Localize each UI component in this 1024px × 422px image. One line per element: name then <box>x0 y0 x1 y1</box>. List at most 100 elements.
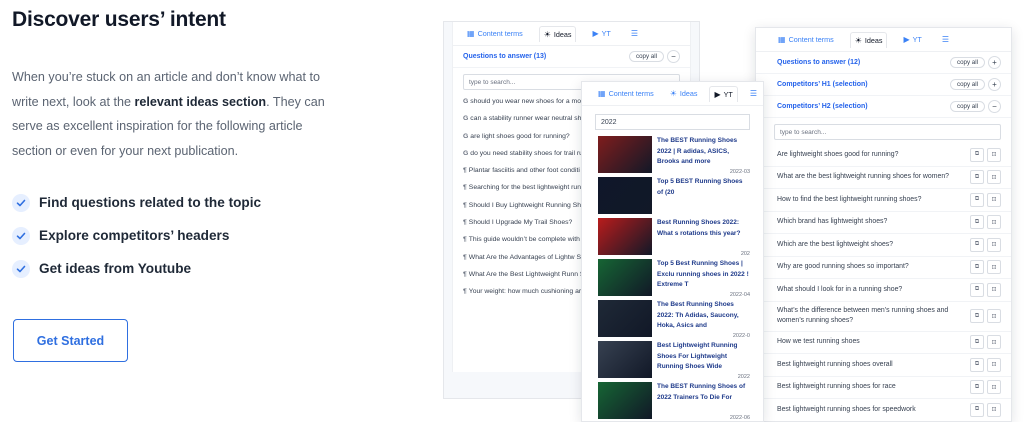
list-item[interactable]: Which are the best lightweight shoes? ⧉ ⊡ <box>756 234 1011 257</box>
video-title[interactable]: Top 5 BEST Running Shoes of (20 <box>657 177 750 198</box>
tab-yt[interactable]: ▶ YT <box>899 32 925 47</box>
sliders-icon: ☰ <box>941 35 949 44</box>
search-input[interactable]: type to search... <box>774 124 1001 140</box>
insert-icon[interactable]: ⊡ <box>987 357 1001 372</box>
hero-desc-bold: relevant ideas section <box>134 94 267 109</box>
video-thumbnail[interactable] <box>598 300 652 337</box>
video-item[interactable]: Best Lightweight Running Shoes For Light… <box>598 341 750 382</box>
video-item[interactable]: Top 5 BEST Running Shoes of (20 <box>598 177 750 218</box>
list-item[interactable]: Best lightweight running shoes overall ⧉ ⊡ <box>756 354 1011 377</box>
copy-icon[interactable]: ⧉ <box>970 260 984 275</box>
video-thumbnail[interactable] <box>598 341 652 378</box>
list-item[interactable]: How to find the best lightweight running… <box>756 189 1011 212</box>
insert-icon[interactable]: ⊡ <box>987 402 1001 417</box>
copy-icon[interactable]: ⧉ <box>970 309 984 323</box>
collapse-icon[interactable]: − <box>667 50 680 63</box>
copy-all-button[interactable]: copy all <box>950 79 985 90</box>
video-title[interactable]: The Best Running Shoes 2022: Th Adidas, … <box>657 300 750 332</box>
tab-ideas[interactable]: ☀ Ideas <box>538 25 577 42</box>
list-item[interactable]: Are lightweight shoes good for running? ⧉… <box>756 144 1011 167</box>
item-text: do you need stability shoes for trail ru <box>470 149 583 157</box>
copy-icon[interactable]: ⧉ <box>970 402 984 417</box>
list-item[interactable]: What’s the difference between men’s runn… <box>756 302 1011 332</box>
list-item[interactable]: What are the best lightweight running sh… <box>756 167 1011 189</box>
list-item[interactable]: Best lightweight running shoes for race ⧉… <box>756 377 1011 399</box>
insert-icon[interactable]: ⊡ <box>987 237 1001 252</box>
panel-tabs: ▦ Content terms ☀ Ideas ▶ YT ☰ <box>453 22 690 46</box>
tab-content-terms[interactable]: ▦ Content terms <box>463 26 527 41</box>
video-item[interactable]: The BEST Running Shoes of 2022 Trainers … <box>598 382 750 421</box>
video-date: 2022-0 <box>732 333 750 339</box>
insert-icon[interactable]: ⊡ <box>987 380 1001 395</box>
insert-icon[interactable]: ⊡ <box>987 192 1001 207</box>
copy-icon[interactable]: ⧉ <box>970 215 984 230</box>
video-thumbnail[interactable] <box>598 136 652 173</box>
insert-icon[interactable]: ⊡ <box>987 335 1001 350</box>
expand-icon[interactable]: + <box>988 56 1001 69</box>
collapse-icon[interactable]: − <box>988 100 1001 113</box>
copy-all-button[interactable]: copy all <box>950 57 985 68</box>
youtube-search-input[interactable]: 2022 <box>595 114 750 130</box>
insert-icon[interactable]: ⊡ <box>987 260 1001 275</box>
list-item[interactable]: Best lightweight running shoes for speed… <box>756 399 1011 421</box>
copy-icon[interactable]: ⧉ <box>970 192 984 207</box>
insert-icon[interactable]: ⊡ <box>987 282 1001 297</box>
video-thumbnail[interactable] <box>598 177 652 214</box>
tab-settings[interactable]: ☰ <box>627 26 642 41</box>
lightbulb-icon: ☀ <box>543 29 551 39</box>
tab-ideas[interactable]: ☀ Ideas <box>666 86 702 101</box>
tab-yt[interactable]: ▶ YT <box>709 85 738 102</box>
list-item[interactable]: Which brand has lightweight shoes? ⧉ ⊡ <box>756 212 1011 234</box>
copy-icon[interactable]: ⧉ <box>970 170 984 185</box>
video-title[interactable]: Best Lightweight Running Shoes For Light… <box>657 341 750 373</box>
video-item[interactable]: The Best Running Shoes 2022: Th Adidas, … <box>598 300 750 341</box>
list-item[interactable]: How we test running shoes ⧉ ⊡ <box>756 332 1011 354</box>
tab-content-terms[interactable]: ▦ Content terms <box>594 86 658 101</box>
questions-section-header[interactable]: Questions to answer (13) copy all − <box>453 46 690 68</box>
copy-icon[interactable]: ⧉ <box>970 335 984 350</box>
video-title[interactable]: The BEST Running Shoes 2022 | R adidas, … <box>657 136 750 168</box>
tab-label: Ideas <box>864 35 883 45</box>
check-icon <box>12 259 30 278</box>
video-title[interactable]: Top 5 Best Running Shoes | Exclu running… <box>657 259 750 291</box>
tab-ideas[interactable]: ☀ Ideas <box>849 31 888 48</box>
insert-icon[interactable]: ⊡ <box>987 215 1001 230</box>
insert-icon[interactable]: ⊡ <box>987 170 1001 185</box>
copy-all-button[interactable]: copy all <box>629 51 664 62</box>
list-item[interactable]: What should I look for in a running shoe… <box>756 279 1011 302</box>
video-thumbnail[interactable] <box>598 382 652 419</box>
item-text: Best lightweight running shoes overall <box>777 360 893 368</box>
video-title[interactable]: Best Running Shoes 2022: What s rotation… <box>657 218 750 239</box>
video-item[interactable]: Top 5 Best Running Shoes | Exclu running… <box>598 259 750 300</box>
list-item[interactable]: Why are good running shoes so important?… <box>756 257 1011 279</box>
section-header[interactable]: Competitors’ H1 (selection) copy all + <box>756 74 1011 96</box>
item-text: Best lightweight running shoes for speed… <box>777 405 916 413</box>
section-header[interactable]: Questions to answer (12) copy all + <box>756 52 1011 74</box>
tab-settings[interactable]: ☰ <box>938 32 953 47</box>
video-thumbnail[interactable] <box>598 259 652 296</box>
copy-icon[interactable]: ⧉ <box>970 357 984 372</box>
copy-all-button[interactable]: copy all <box>950 101 985 112</box>
video-thumbnail[interactable] <box>598 218 652 255</box>
tab-settings[interactable]: ☰ <box>746 86 761 101</box>
copy-icon[interactable]: ⧉ <box>970 282 984 297</box>
copy-icon[interactable]: ⧉ <box>970 147 984 162</box>
video-item[interactable]: The BEST Running Shoes 2022 | R adidas, … <box>598 136 750 177</box>
copy-icon[interactable]: ⧉ <box>970 237 984 252</box>
tab-content-terms[interactable]: ▦ Content terms <box>774 32 838 47</box>
sliders-icon: ☰ <box>630 29 638 38</box>
video-item[interactable]: Best Running Shoes 2022: What s rotation… <box>598 218 750 259</box>
video-title[interactable]: The BEST Running Shoes of 2022 Trainers … <box>657 382 750 403</box>
video-info: The BEST Running Shoes of 2022 Trainers … <box>652 382 750 421</box>
expand-icon[interactable]: + <box>988 78 1001 91</box>
video-info: Top 5 BEST Running Shoes of (20 <box>652 177 750 218</box>
insert-icon[interactable]: ⊡ <box>987 309 1001 323</box>
hero-description: When you’re stuck on an article and don’… <box>12 65 332 163</box>
get-started-button[interactable]: Get Started <box>13 319 128 362</box>
section-header[interactable]: Competitors’ H2 (selection) copy all − <box>756 96 1011 118</box>
copy-icon[interactable]: ⧉ <box>970 380 984 395</box>
insert-icon[interactable]: ⊡ <box>987 147 1001 162</box>
tab-yt[interactable]: ▶ YT <box>588 26 614 41</box>
video-date: 2022 <box>737 374 750 380</box>
video-info: Top 5 Best Running Shoes | Exclu running… <box>652 259 750 300</box>
